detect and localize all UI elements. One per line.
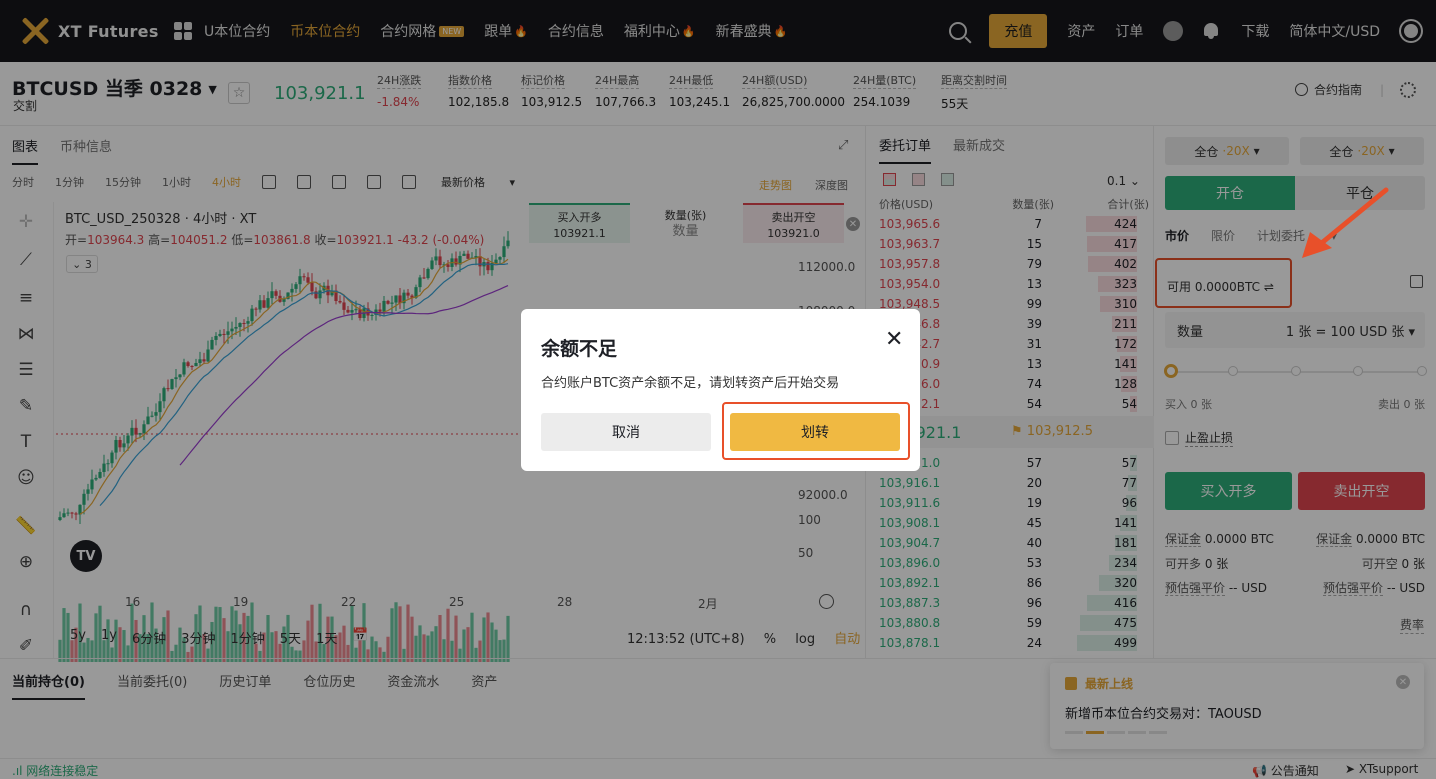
close-icon[interactable]: ✕ [885, 329, 903, 351]
insufficient-balance-dialog: 余额不足 ✕ 合约账户BTC资产余额不足，请划转资产后开始交易 取消 划转 [521, 309, 920, 471]
dialog-title: 余额不足 [541, 338, 618, 360]
cancel-button[interactable]: 取消 [541, 413, 711, 451]
dialog-message: 合约账户BTC资产余额不足，请划转资产后开始交易 [541, 376, 840, 391]
transfer-button[interactable]: 划转 [730, 413, 900, 451]
annotation-arrow-icon [1302, 187, 1389, 258]
